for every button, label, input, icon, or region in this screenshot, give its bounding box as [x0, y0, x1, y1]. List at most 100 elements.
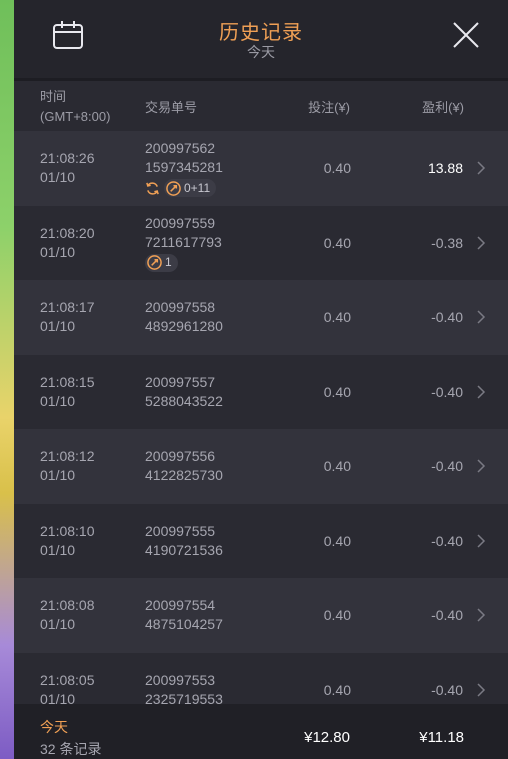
- row-date-value: 01/10: [40, 541, 76, 558]
- row-id-line2: 4190721536: [145, 541, 223, 558]
- row-transaction-id: 200997553 2325719553: [145, 653, 223, 704]
- id-column-header: 交易单号: [145, 100, 198, 115]
- row-bet: 0.40: [323, 383, 351, 400]
- row-id-line2: 1597345281: [145, 159, 223, 176]
- footer-period-label: 今天: [40, 719, 68, 735]
- row-id-line1: 200997557: [145, 373, 216, 390]
- background-game-strip: [0, 0, 14, 759]
- row-date-value: 01/10: [40, 467, 76, 484]
- row-time-value: 21:08:05: [40, 671, 95, 688]
- row-time-value: 21:08:10: [40, 522, 95, 539]
- row-id-line2: 4892961280: [145, 318, 223, 335]
- row-id-line2: 5288043522: [145, 392, 223, 409]
- row-time: 21:08:08 01/10: [40, 578, 95, 653]
- row-time-value: 21:08:20: [40, 224, 95, 241]
- history-row[interactable]: 21:08:15 01/10 200997557 5288043522 0.40 -0.4…: [14, 354, 508, 429]
- chevron-right-icon: [477, 459, 486, 473]
- chevron-right-icon: [477, 683, 486, 697]
- row-bet: 0.40: [323, 681, 351, 698]
- timezone-label: (GMT+8:00): [40, 109, 111, 124]
- row-profit: -0.40: [431, 458, 463, 475]
- chevron-right-icon: [477, 161, 486, 175]
- row-date-value: 01/10: [40, 169, 76, 186]
- history-row[interactable]: 21:08:12 01/10 200997556 4122825730 0.40 -0.4…: [14, 429, 508, 504]
- row-id-line2: 7211617793: [145, 233, 222, 250]
- row-id-line2: 4875104257: [145, 616, 223, 633]
- row-id-line1: 200997555: [145, 522, 216, 539]
- row-transaction-id: 200997556 4122825730: [145, 429, 223, 504]
- free-spin-badge: 0+11: [164, 179, 217, 198]
- row-date-value: 01/10: [40, 616, 76, 633]
- row-id-line1: 200997556: [145, 448, 216, 465]
- chevron-right-icon: [477, 310, 486, 324]
- total-profit: ¥11.18: [419, 729, 464, 746]
- history-row[interactable]: 21:08:08 01/10 200997554 4875104257 0.40 -0.4…: [14, 578, 508, 653]
- total-bet: ¥12.80: [304, 729, 350, 746]
- row-time-value: 21:08:08: [40, 597, 95, 614]
- row-transaction-id: 200997562 1597345281 0+11: [145, 131, 223, 206]
- chevron-right-icon: [477, 608, 486, 622]
- row-bet: 0.40: [323, 532, 351, 549]
- row-transaction-id: 200997554 4875104257: [145, 578, 223, 653]
- row-bet: 0.40: [323, 234, 351, 251]
- feature-badges: 1: [145, 253, 222, 272]
- row-id-line2: 4122825730: [145, 467, 223, 484]
- row-time: 21:08:12 01/10: [40, 429, 95, 504]
- row-time-value: 21:08:15: [40, 373, 95, 390]
- row-id-line1: 200997559: [145, 214, 216, 231]
- row-time: 21:08:10 01/10: [40, 504, 95, 579]
- row-bet: 0.40: [323, 458, 351, 475]
- free-spin-badge: 1: [145, 253, 178, 272]
- free-spin-icon: [166, 180, 181, 196]
- row-id-line1: 200997562: [145, 140, 216, 157]
- row-date-value: 01/10: [40, 318, 76, 335]
- row-transaction-id: 200997559 7211617793 1: [145, 206, 222, 281]
- bet-column-header: 投注(¥): [308, 100, 350, 115]
- chevron-right-icon: [477, 236, 486, 250]
- record-count: 32 条记录: [40, 741, 102, 757]
- row-time: 21:08:05 01/10: [40, 653, 95, 704]
- page-title: 历史记录: [219, 22, 303, 44]
- row-transaction-id: 200997555 4190721536: [145, 504, 223, 579]
- row-date-value: 01/10: [40, 243, 76, 260]
- row-id-line1: 200997553: [145, 671, 216, 688]
- summary-footer: 今天 32 条记录 ¥12.80 ¥11.18: [14, 704, 508, 759]
- history-row[interactable]: 21:08:05 01/10 200997553 2325719553 0.40 -0.4…: [14, 652, 508, 704]
- profit-column-header: 盈利(¥): [422, 100, 464, 115]
- row-transaction-id: 200997558 4892961280: [145, 280, 223, 355]
- close-icon[interactable]: [452, 21, 480, 49]
- header-bar: 历史记录 今天: [14, 0, 508, 81]
- row-id-line1: 200997558: [145, 299, 216, 316]
- row-profit: -0.40: [431, 383, 463, 400]
- chevron-right-icon: [477, 534, 486, 548]
- row-profit: -0.38: [431, 234, 463, 251]
- free-spin-count: 0+11: [184, 180, 211, 195]
- history-row[interactable]: 21:08:17 01/10 200997558 4892961280 0.40 -0.4…: [14, 280, 508, 355]
- respin-icon: [146, 182, 159, 195]
- history-row[interactable]: 21:08:20 01/10 200997559 7211617793 1 0.40 -0.…: [14, 205, 508, 281]
- row-bet: 0.40: [323, 160, 351, 177]
- column-header: 时间 (GMT+8:00) 交易单号 投注(¥) 盈利(¥): [14, 81, 508, 131]
- row-time-value: 21:08:26: [40, 150, 95, 167]
- free-spin-count: 1: [165, 255, 172, 270]
- time-column-header: 时间 (GMT+8:00): [40, 87, 110, 127]
- row-time: 21:08:26 01/10: [40, 131, 95, 206]
- row-profit: -0.40: [431, 607, 463, 624]
- row-id-line2: 2325719553: [145, 690, 223, 704]
- row-profit: -0.40: [431, 532, 463, 549]
- page-subtitle: 今天: [247, 44, 275, 60]
- row-time: 21:08:17 01/10: [40, 280, 95, 355]
- history-row[interactable]: 21:08:26 01/10 200997562 1597345281 0+11 0.40…: [14, 131, 508, 206]
- free-spin-icon: [147, 255, 162, 271]
- history-panel: 历史记录 今天 时间 (GMT+8:00) 交易单号 投注(¥) 盈利(¥) 2…: [14, 0, 508, 759]
- history-row[interactable]: 21:08:10 01/10 200997555 4190721536 0.40 -0.4…: [14, 503, 508, 579]
- row-date-value: 01/10: [40, 392, 76, 409]
- feature-badges: 0+11: [145, 179, 223, 198]
- row-time-value: 21:08:12: [40, 448, 95, 465]
- row-bet: 0.40: [323, 309, 351, 326]
- row-bet: 0.40: [323, 607, 351, 624]
- row-profit: -0.40: [431, 309, 463, 326]
- time-column-label: 时间: [40, 89, 67, 104]
- history-list[interactable]: 21:08:26 01/10 200997562 1597345281 0+11 0.40…: [14, 131, 508, 704]
- row-date-value: 01/10: [40, 690, 76, 704]
